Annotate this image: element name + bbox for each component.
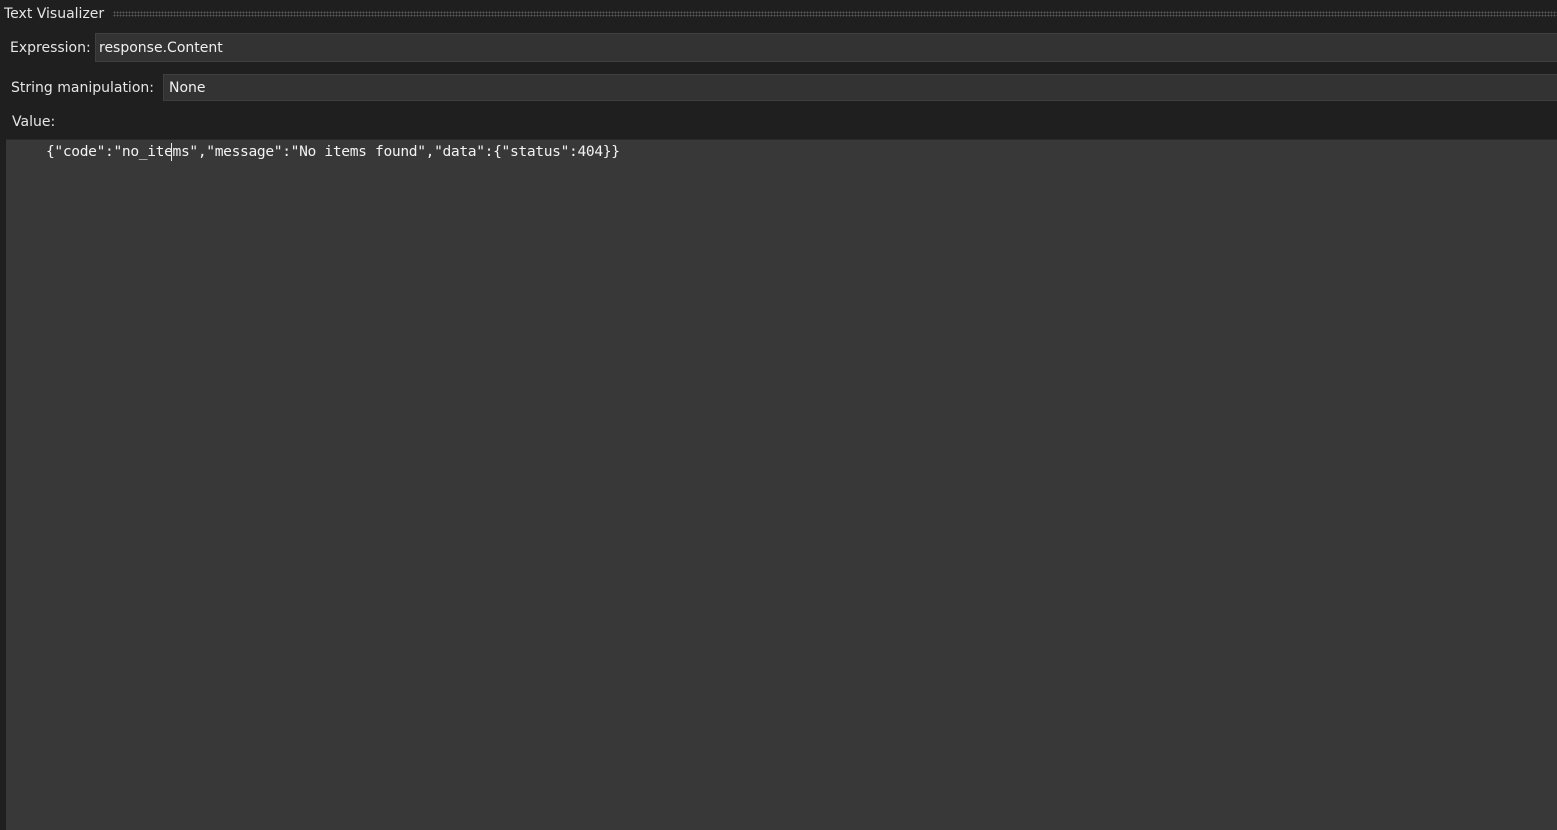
title-bar[interactable]: Text Visualizer [0,0,1557,28]
value-label: Value: [12,114,56,130]
expression-field[interactable]: response.Content [95,33,1557,62]
text-caret [171,143,172,161]
expression-label: Expression: [10,39,91,56]
value-text-area[interactable]: {"code":"no_items","message":"No items f… [6,139,1557,830]
string-manipulation-label: String manipulation: [11,79,154,96]
drag-grip[interactable] [113,11,1557,17]
window-title: Text Visualizer [4,6,105,22]
expression-row: Expression: response.Content [0,33,1557,62]
value-content: {"code":"no_items","message":"No items f… [46,143,620,160]
string-manipulation-row: String manipulation: None [0,74,1557,101]
text-visualizer-window: Text Visualizer Expression: response.Con… [0,0,1557,830]
string-manipulation-select[interactable]: None [163,74,1557,101]
